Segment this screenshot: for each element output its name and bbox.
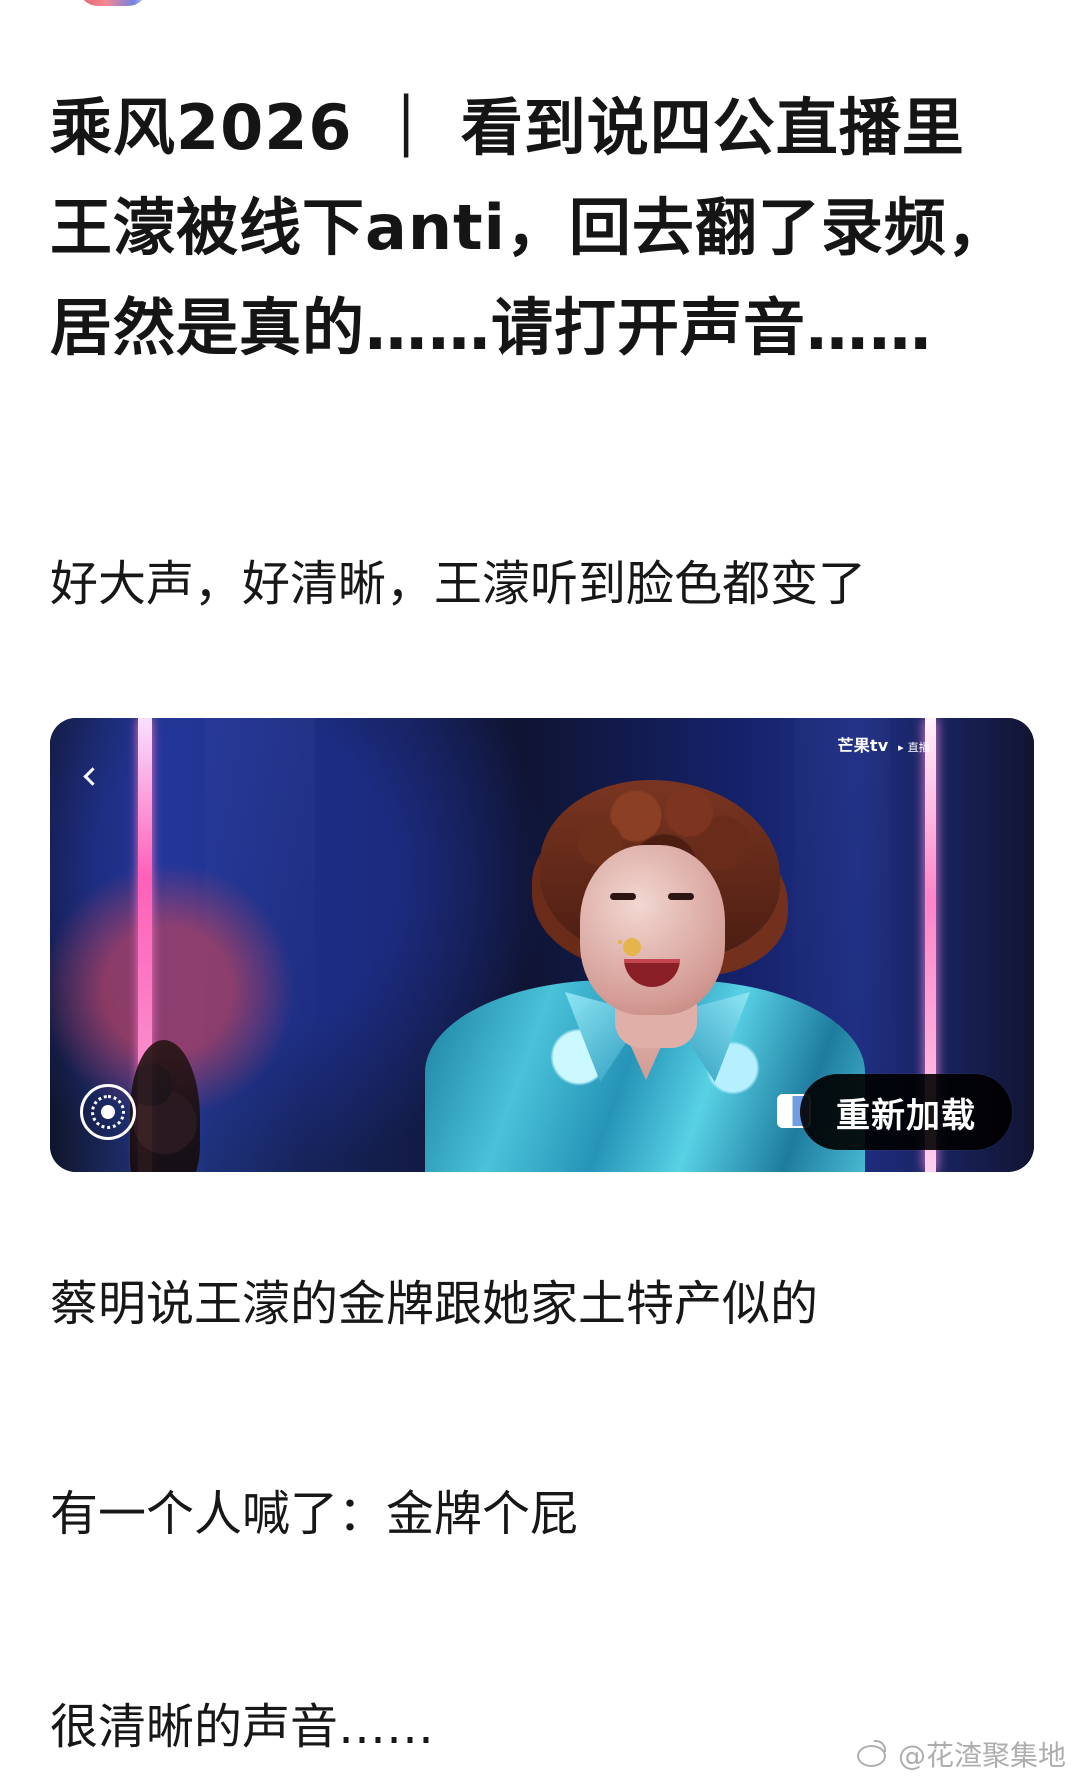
brand-name: 芒果tv: [837, 736, 889, 755]
weibo-watermark: @花渣聚集地: [856, 1734, 1066, 1774]
post-paragraph-4: 很清晰的声音……: [50, 1699, 435, 1755]
performer-mouth: [624, 959, 680, 987]
target-icon[interactable]: [80, 1084, 136, 1140]
post-paragraph-3: 有一个人喊了：金牌个屁: [50, 1486, 579, 1542]
back-button[interactable]: [74, 756, 104, 796]
brand-live-label: ▸ 直播: [898, 741, 930, 754]
post-paragraph-1: 好大声，好清晰，王濛听到脸色都变了: [50, 556, 867, 612]
performer-face: [580, 845, 725, 1015]
chevron-left-icon: [82, 766, 102, 786]
top-avatar-fragment: [78, 0, 148, 6]
watermark-text: @花渣聚集地: [897, 1739, 1066, 1772]
performer-right-eye: [668, 893, 694, 900]
stage-panel-left: [205, 718, 315, 1172]
video-brand-label: 芒果tv ▸ 直播: [838, 732, 931, 756]
post-paragraph-2: 蔡明说王濛的金牌跟她家土特产似的: [50, 1276, 819, 1332]
post-title: 乘风2026 ｜ 看到说四公直播里王濛被线下anti，回去翻了录频，居然是真的……: [50, 91, 1010, 364]
performer-left-eye: [610, 893, 636, 900]
video-player[interactable]: 芒果tv ▸ 直播 重新加载: [50, 718, 1034, 1172]
headset-mic-icon: [623, 938, 641, 956]
weibo-icon: [856, 1740, 890, 1768]
reload-button[interactable]: 重新加载: [800, 1074, 1012, 1150]
